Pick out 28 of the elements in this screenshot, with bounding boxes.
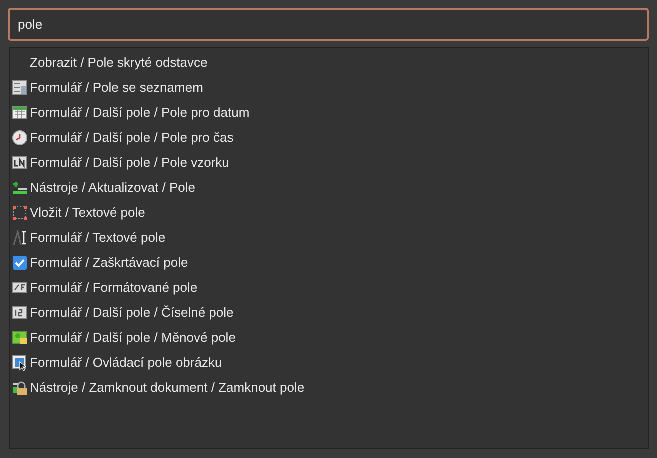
result-item[interactable]: Nástroje / Zamknout dokument / Zamknout pole <box>10 375 648 400</box>
clock-icon <box>12 130 28 146</box>
result-item[interactable]: Formulář / Ovládací pole obrázku <box>10 350 648 375</box>
list-icon <box>12 80 28 96</box>
result-item[interactable]: Formulář / Další pole / Pole pro datum <box>10 100 648 125</box>
search-field[interactable]: pole <box>8 8 649 41</box>
text-cursor-icon <box>12 230 28 246</box>
image-button-icon <box>12 354 28 370</box>
result-item[interactable]: Formulář / Další pole / Pole vzorku <box>10 150 648 175</box>
result-item[interactable]: Formulář / Zaškrtávací pole <box>10 250 648 275</box>
result-item[interactable]: Formulář / Další pole / Číselné pole <box>10 300 648 325</box>
result-item[interactable]: Formulář / Další pole / Pole pro čas <box>10 125 648 150</box>
result-item[interactable]: Formulář / Formátované pole <box>10 275 648 300</box>
update-fields-icon <box>12 180 28 196</box>
text-frame-icon <box>12 204 28 220</box>
result-item[interactable]: Formulář / Textové pole <box>10 225 648 250</box>
result-item[interactable]: Vložit / Textové pole <box>10 200 648 225</box>
currency-field-icon <box>12 330 28 346</box>
checkbox-icon <box>12 254 28 270</box>
result-item[interactable]: Formulář / Další pole / Měnové pole <box>10 325 648 350</box>
calendar-icon <box>12 104 28 120</box>
result-item[interactable]: Zobrazit / Pole skryté odstavce <box>10 50 648 75</box>
pattern-field-icon <box>12 154 28 170</box>
result-item[interactable]: Nástroje / Aktualizovat / Pole <box>10 175 648 200</box>
numeric-field-icon <box>12 304 28 320</box>
result-item[interactable]: Formulář / Pole se seznamem <box>10 75 648 100</box>
formatted-field-icon <box>12 280 28 296</box>
lock-icon <box>12 380 28 396</box>
